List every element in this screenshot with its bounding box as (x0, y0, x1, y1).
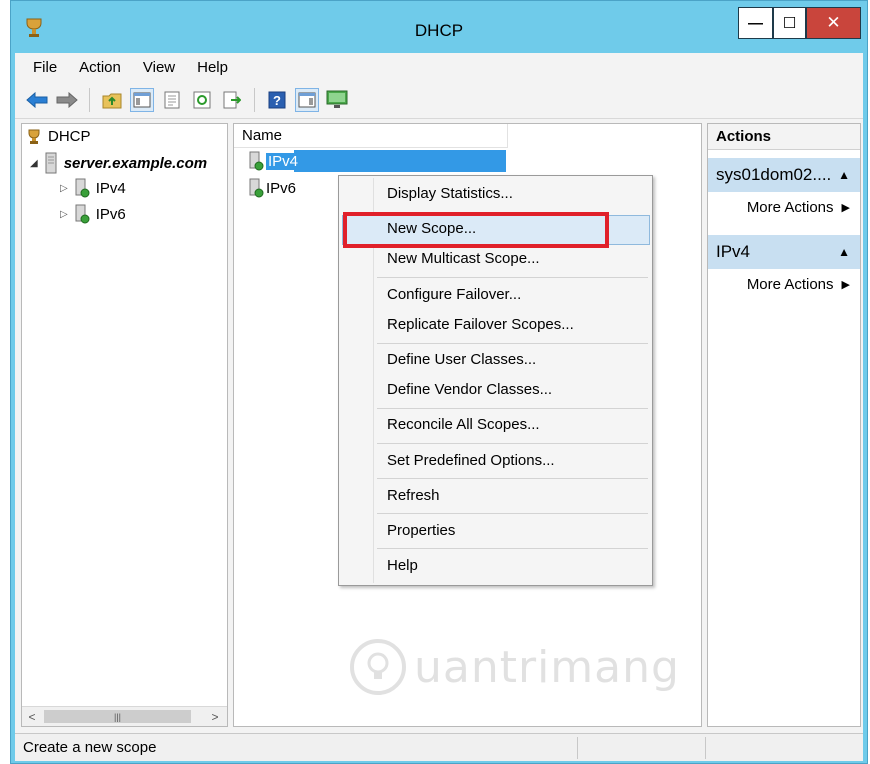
properties-icon[interactable] (160, 88, 184, 112)
tree-root-dhcp[interactable]: DHCP (26, 128, 91, 145)
tree-server-label: server.example.com (63, 154, 208, 172)
submenu-arrow-icon: ▶ (841, 278, 850, 291)
menu-item-define-vendor-classes[interactable]: Define Vendor Classes... (387, 381, 552, 398)
column-header-name[interactable]: Name (234, 124, 508, 148)
menu-item-help[interactable]: Help (387, 557, 418, 574)
menu-separator (377, 443, 648, 444)
ip-server-icon (75, 178, 90, 198)
collapse-caret-icon[interactable]: ▲ (838, 168, 850, 182)
actions-header: Actions (708, 124, 860, 150)
watermark: uantrimang (348, 635, 680, 699)
server-icon (45, 152, 57, 174)
show-hide-action-pane-icon[interactable] (295, 87, 319, 112)
tree-ipv4[interactable]: ▷ IPv4 (60, 178, 126, 198)
more-actions-label: More Actions (746, 198, 834, 216)
toolbar-separator (89, 87, 90, 112)
menu-help[interactable]: Help (197, 59, 228, 76)
menu-separator (377, 513, 648, 514)
refresh-icon[interactable] (190, 88, 214, 112)
status-divider (705, 737, 706, 759)
scroll-left-icon[interactable]: < (22, 707, 42, 726)
help-icon[interactable]: ? (265, 88, 289, 112)
status-bar: Create a new scope (15, 733, 863, 761)
submenu-arrow-icon: ▶ (841, 201, 850, 214)
maximize-button[interactable]: ☐ (773, 7, 806, 39)
status-text: Create a new scope (23, 739, 157, 756)
toolbar-separator (254, 87, 255, 112)
menu-item-set-predefined-options[interactable]: Set Predefined Options... (387, 452, 555, 469)
menu-item-display-statistics[interactable]: Display Statistics... (387, 185, 513, 202)
watermark-text: uantrimang (414, 641, 680, 693)
actions-section-title: IPv4 (716, 242, 751, 261)
menu-item-replicate-failover-scopes[interactable]: Replicate Failover Scopes... (387, 316, 574, 333)
minimize-button[interactable]: — (738, 7, 773, 39)
menu-view[interactable]: View (143, 59, 175, 76)
dhcp-trophy-icon (28, 129, 40, 144)
tree-ipv6-label: IPv6 (95, 205, 126, 223)
menu-item-configure-failover[interactable]: Configure Failover... (387, 286, 521, 303)
menu-action[interactable]: Action (79, 59, 121, 76)
menu-item-refresh[interactable]: Refresh (387, 487, 440, 504)
selection-highlight (294, 150, 506, 172)
ip-server-icon (75, 204, 90, 224)
title-bar[interactable]: DHCP — ☐ ✕ (11, 1, 867, 53)
menu-separator (377, 277, 648, 278)
list-item-ipv6[interactable]: IPv6 (248, 178, 296, 198)
tree-root-label: DHCP (48, 128, 91, 145)
tree-ipv6[interactable]: ▷ IPv6 (60, 204, 126, 224)
more-actions-server[interactable]: More Actions ▶ (708, 192, 860, 222)
menu-file[interactable]: File (33, 59, 57, 76)
actions-pane: Actions sys01dom02.... ▲ More Actions ▶ … (707, 123, 861, 727)
list-item-ipv4[interactable]: IPv4 (248, 151, 301, 171)
show-hide-tree-icon[interactable] (130, 87, 154, 112)
menu-bar: File Action View Help (15, 53, 863, 81)
menu-separator (377, 548, 648, 549)
scrollbar-thumb[interactable]: ||| (44, 710, 191, 723)
tree-ipv4-label: IPv4 (95, 179, 126, 197)
export-list-icon[interactable] (220, 88, 244, 112)
close-button[interactable]: ✕ (806, 7, 861, 39)
expand-arrow-icon[interactable]: ▷ (60, 209, 68, 220)
back-arrow-icon[interactable] (25, 88, 49, 112)
lightbulb-logo-icon (350, 639, 406, 695)
status-divider (577, 737, 578, 759)
toolbar: ? (15, 81, 863, 119)
red-highlight-box (343, 212, 609, 248)
svg-text:?: ? (273, 93, 281, 108)
actions-section-server[interactable]: sys01dom02.... ▲ (708, 158, 860, 192)
menu-item-reconcile-all-scopes[interactable]: Reconcile All Scopes... (387, 416, 540, 433)
monitor-icon[interactable] (325, 88, 349, 112)
console-tree: DHCP ◢ server.example.com ▷ IPv4 ▷ IPv6 … (21, 123, 228, 727)
list-item-label: IPv6 (266, 179, 297, 197)
more-actions-label: More Actions (746, 275, 834, 293)
menu-separator (377, 343, 648, 344)
menu-item-define-user-classes[interactable]: Define User Classes... (387, 351, 536, 368)
ip-server-icon (249, 151, 264, 171)
collapse-arrow-icon[interactable]: ◢ (30, 158, 38, 169)
menu-separator (377, 478, 648, 479)
scroll-right-icon[interactable]: > (205, 707, 225, 726)
tree-horizontal-scrollbar[interactable]: < ||| > (22, 706, 227, 726)
menu-item-properties[interactable]: Properties (387, 522, 455, 539)
list-item-label: IPv4 (266, 152, 301, 170)
collapse-caret-icon[interactable]: ▲ (838, 245, 850, 259)
more-actions-ipv4[interactable]: More Actions ▶ (708, 269, 860, 299)
tree-server[interactable]: ◢ server.example.com (30, 152, 207, 174)
actions-section-title: sys01dom02.... (716, 165, 832, 184)
forward-arrow-icon[interactable] (55, 88, 79, 112)
menu-item-new-multicast-scope[interactable]: New Multicast Scope... (387, 250, 540, 267)
actions-section-ipv4[interactable]: IPv4 ▲ (708, 235, 860, 269)
folder-up-icon[interactable] (100, 88, 124, 112)
expand-arrow-icon[interactable]: ▷ (60, 183, 68, 194)
menu-separator (377, 408, 648, 409)
ip-server-icon (249, 178, 264, 198)
